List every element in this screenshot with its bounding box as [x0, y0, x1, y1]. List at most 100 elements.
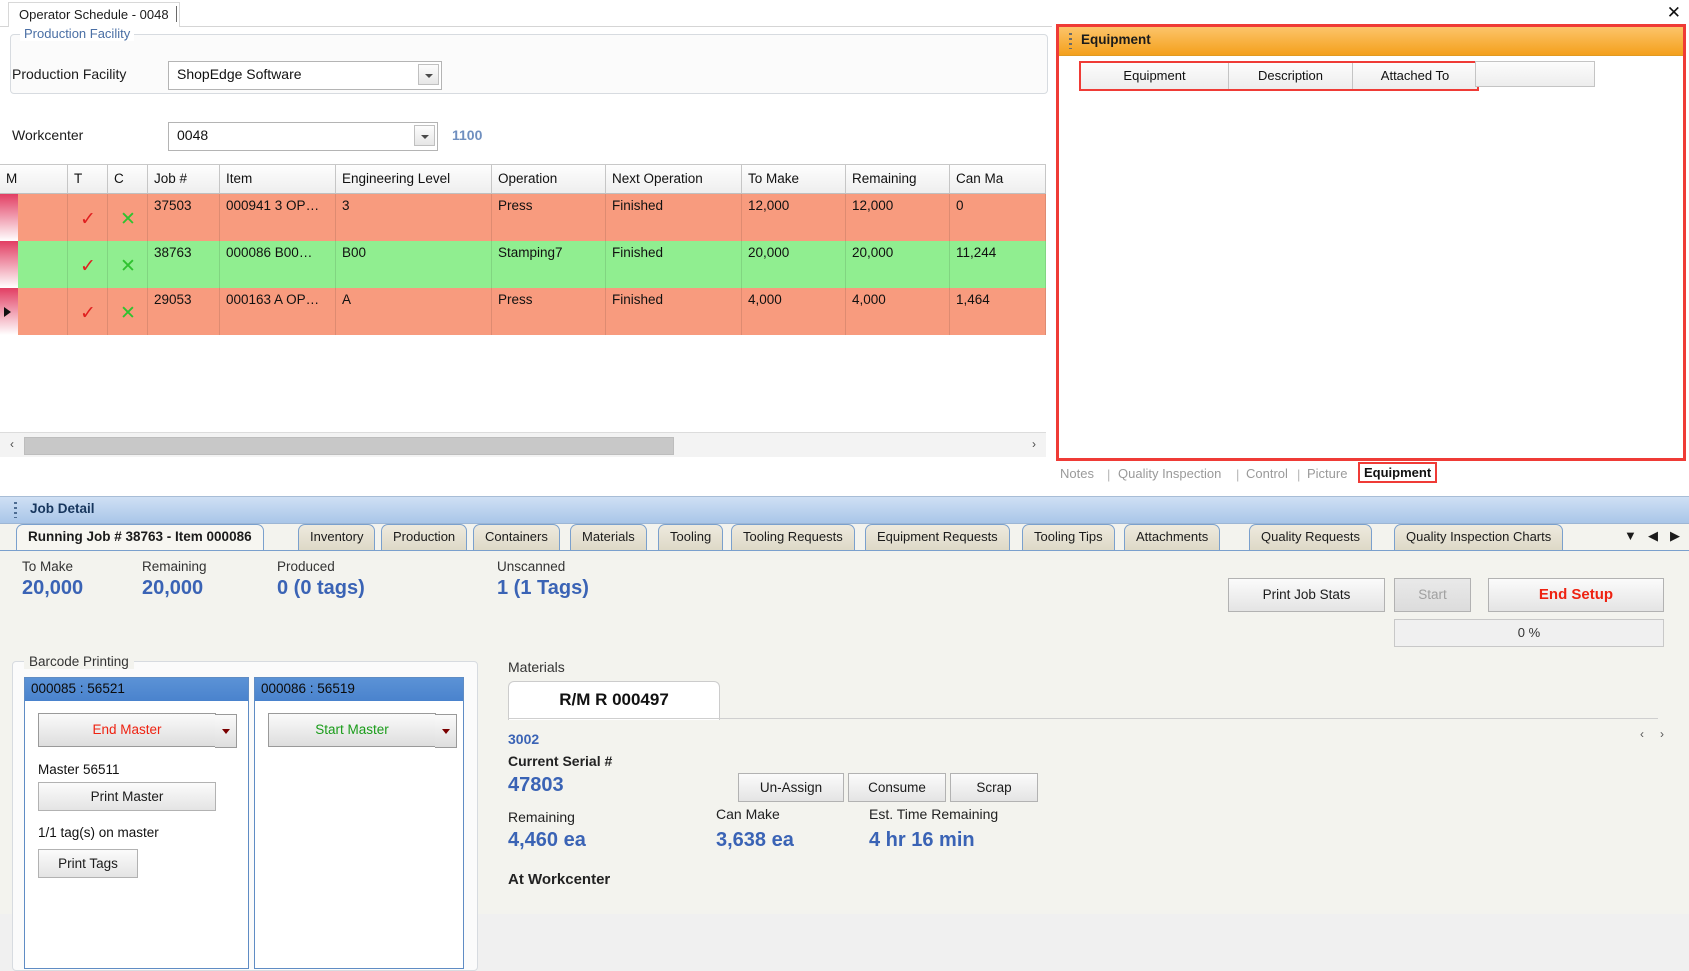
cell-c[interactable]: ✕ [108, 194, 148, 241]
equipment-grid-body[interactable] [1059, 93, 1683, 458]
end-master-dropdown-icon[interactable] [215, 714, 237, 748]
row-marker[interactable] [0, 194, 68, 241]
col-eng-level[interactable]: Engineering Level [336, 165, 492, 194]
production-facility-combo[interactable]: ShopEdge Software [168, 61, 442, 90]
tab-running-job[interactable]: Running Job # 38763 - Item 000086 [16, 524, 264, 551]
print-tags-button[interactable]: Print Tags [38, 849, 138, 878]
col-next-op[interactable]: Next Operation [606, 165, 742, 194]
cell-can-make: 0 [950, 194, 1046, 241]
cell-t[interactable]: ✓ [68, 288, 108, 335]
job-detail-titlebar[interactable]: Job Detail [0, 496, 1689, 524]
tab-containers[interactable]: Containers [473, 524, 560, 551]
tab-equipment-requests[interactable]: Equipment Requests [865, 524, 1010, 551]
equipment-grid-header-filler [1475, 61, 1595, 87]
tab-tooling[interactable]: Tooling [658, 524, 724, 551]
tab-materials[interactable]: Materials [570, 524, 647, 551]
scrollbar-track[interactable] [672, 437, 1020, 453]
close-icon[interactable]: ✕ [1667, 4, 1681, 21]
un-assign-button[interactable]: Un-Assign [738, 773, 844, 802]
end-master-button[interactable]: End Master [38, 713, 237, 748]
tab-dropdown-icon[interactable]: ▼ [1624, 528, 1637, 543]
stat-unscanned: Unscanned 1 (1 Tags) [497, 559, 589, 600]
col-description[interactable]: Description [1229, 63, 1353, 89]
cell-eng-level: 3 [336, 194, 492, 241]
col-operation[interactable]: Operation [492, 165, 606, 194]
col-attached-to[interactable]: Attached To [1353, 63, 1477, 89]
col-remaining[interactable]: Remaining [846, 165, 950, 194]
cell-can-make: 1,464 [950, 288, 1046, 335]
table-row[interactable]: ✓ ✕ 37503 000941 3 OP… 3 Press Finished … [0, 194, 1046, 241]
start-master-dropdown-icon[interactable] [435, 714, 457, 748]
workcenter-combo[interactable]: 0048 [168, 122, 438, 151]
print-job-stats-button[interactable]: Print Job Stats [1228, 578, 1385, 612]
row-marker[interactable] [0, 241, 68, 288]
drag-handle-icon[interactable] [14, 502, 17, 518]
tab-prev-icon[interactable]: ◀ [1648, 528, 1658, 544]
stat-label: Unscanned [497, 559, 566, 574]
start-master-button[interactable]: Start Master [268, 713, 457, 748]
table-row[interactable]: ✓ ✕ 29053 000163 A OP… A Press Finished … [0, 288, 1046, 335]
grid-horizontal-scrollbar[interactable]: ‹ › [0, 432, 1046, 457]
col-to-make[interactable]: To Make [742, 165, 846, 194]
material-tab-rm[interactable]: R/M R 000497 [508, 681, 720, 720]
x-icon: ✓ [80, 256, 96, 277]
start-button[interactable]: Start [1394, 578, 1471, 612]
tab-tooling-tips[interactable]: Tooling Tips [1022, 524, 1115, 551]
cell-eng-level: A [336, 288, 492, 335]
cell-item: 000941 3 OP… [220, 194, 336, 241]
chevron-down-icon[interactable] [414, 125, 435, 146]
drag-handle-icon[interactable] [1069, 33, 1072, 49]
cell-c[interactable]: ✕ [108, 288, 148, 335]
end-master-label: End Master [92, 722, 162, 737]
equipment-window-titlebar[interactable]: Equipment [1059, 27, 1683, 56]
current-serial-value: 47803 [508, 774, 564, 796]
production-facility-group-title: Production Facility [20, 26, 135, 41]
materials-next-icon[interactable]: › [1660, 727, 1664, 741]
scroll-left-icon[interactable]: ‹ [4, 437, 20, 453]
row-marker[interactable] [0, 288, 68, 335]
check-icon: ✕ [120, 256, 136, 277]
chevron-down-icon[interactable] [418, 64, 439, 85]
materials-prev-icon[interactable]: ‹ [1640, 727, 1644, 741]
tag-count-label: 1/1 tag(s) on master [38, 825, 159, 840]
tab-separator: | [1297, 467, 1301, 482]
can-make-value: 3,638 ea [716, 829, 794, 851]
col-m[interactable]: M [0, 165, 68, 194]
col-c[interactable]: C [108, 165, 148, 194]
cell-t[interactable]: ✓ [68, 194, 108, 241]
tab-quality-inspection-charts[interactable]: Quality Inspection Charts [1394, 524, 1564, 551]
can-make-label: Can Make [716, 806, 780, 822]
tab-operator-schedule[interactable]: Operator Schedule - 0048 [8, 2, 180, 27]
col-item[interactable]: Item [220, 165, 336, 194]
tab-quality-inspection[interactable]: Quality Inspection [1118, 466, 1221, 481]
tab-notes[interactable]: Notes [1060, 466, 1094, 481]
cell-remaining: 20,000 [846, 241, 950, 288]
consume-button[interactable]: Consume [848, 773, 946, 802]
col-equipment[interactable]: Equipment [1081, 63, 1229, 89]
workcenter-label: Workcenter [12, 127, 84, 143]
tab-inventory[interactable]: Inventory [298, 524, 376, 551]
end-setup-button[interactable]: End Setup [1488, 578, 1664, 612]
cell-t[interactable]: ✓ [68, 241, 108, 288]
tab-control[interactable]: Control [1246, 466, 1288, 481]
scrap-button[interactable]: Scrap [950, 773, 1038, 802]
cell-to-make: 4,000 [742, 288, 846, 335]
scrollbar-thumb[interactable] [24, 437, 674, 455]
col-can-make[interactable]: Can Ma [950, 165, 1046, 194]
print-master-button[interactable]: Print Master [38, 782, 216, 811]
tab-tooling-requests[interactable]: Tooling Requests [731, 524, 855, 551]
tab-next-icon[interactable]: ▶ [1670, 528, 1680, 544]
tab-quality-requests[interactable]: Quality Requests [1249, 524, 1372, 551]
col-job[interactable]: Job # [148, 165, 220, 194]
cell-remaining: 12,000 [846, 194, 950, 241]
tab-attachments[interactable]: Attachments [1124, 524, 1221, 551]
scroll-right-icon[interactable]: › [1026, 437, 1042, 453]
start-master-label: Start Master [315, 722, 389, 737]
tab-production[interactable]: Production [381, 524, 468, 551]
col-t[interactable]: T [68, 165, 108, 194]
cell-to-make: 20,000 [742, 241, 846, 288]
tab-equipment[interactable]: Equipment [1358, 462, 1438, 483]
cell-c[interactable]: ✕ [108, 241, 148, 288]
tab-picture[interactable]: Picture [1307, 466, 1347, 481]
table-row[interactable]: ✓ ✕ 38763 000086 B00… B00 Stamping7 Fini… [0, 241, 1046, 288]
